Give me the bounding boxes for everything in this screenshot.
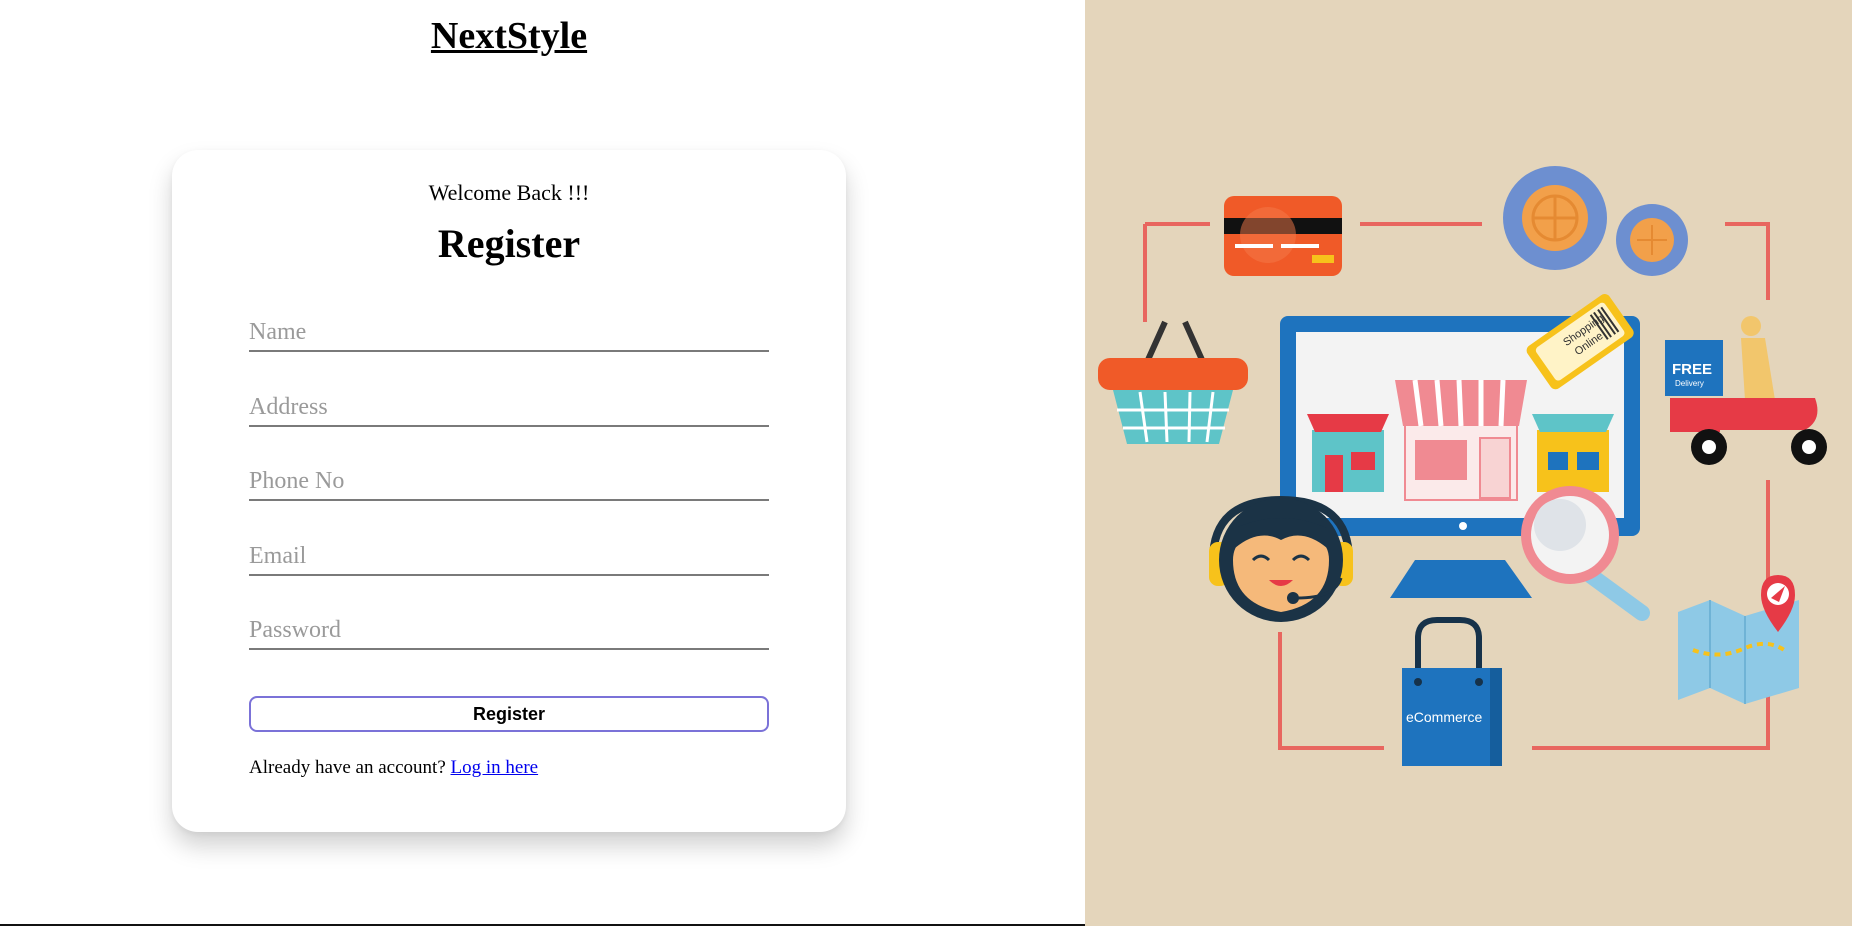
login-prompt-text: Already have an account? [249, 757, 446, 778]
delivery-text: Delivery [1675, 379, 1704, 388]
brand-title[interactable]: NextStyle [0, 14, 1018, 58]
welcome-text: Welcome Back !!! [428, 180, 590, 205]
ecommerce-illustration-graphic: Shopping Online FREE Delivery eCommerce [1098, 166, 1827, 766]
gear-icon [1503, 166, 1688, 276]
bag-label: eCommerce [1406, 709, 1482, 725]
login-link[interactable]: Log in here [451, 757, 539, 778]
phone-field[interactable] [249, 463, 769, 501]
form-title: Register [437, 221, 581, 266]
register-pane: NextStyle Welcome Back !!! Register Regi… [0, 0, 1085, 926]
shopping-bag-icon: eCommerce [1402, 617, 1502, 766]
delivery-scooter-icon: FREE Delivery [1665, 316, 1827, 465]
credit-card-icon [1224, 196, 1342, 276]
ecommerce-illustration: Shopping Online FREE Delivery eCommerce [1085, 0, 1852, 926]
register-button[interactable]: Register [249, 696, 769, 732]
password-field[interactable] [249, 612, 769, 650]
login-prompt: Already have an account? Log in here [249, 757, 538, 779]
register-card: Welcome Back !!! Register Register Alrea… [172, 150, 846, 832]
email-field[interactable] [249, 538, 769, 576]
name-field[interactable] [249, 314, 769, 352]
map-icon [1678, 575, 1799, 704]
address-field[interactable] [249, 389, 769, 427]
free-text: FREE [1672, 361, 1712, 378]
basket-icon [1098, 320, 1248, 444]
support-agent-icon [1209, 495, 1353, 622]
